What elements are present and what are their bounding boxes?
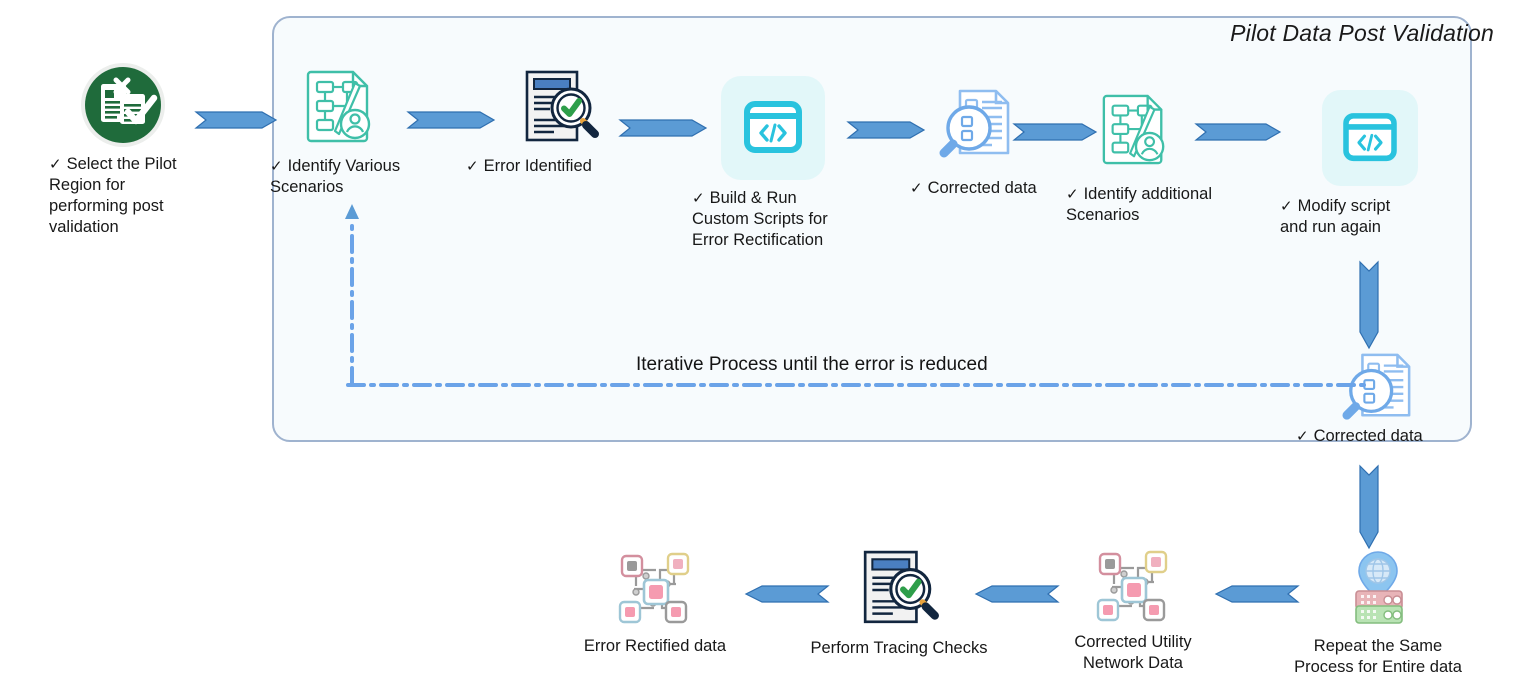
- document-check-circle-icon: [80, 62, 166, 148]
- check-icon: ✓: [910, 180, 923, 197]
- node-corrected-data-1-label: ✓ Corrected data: [910, 179, 1037, 197]
- node-error-identified-label: ✓ Error Identified: [466, 157, 592, 175]
- code-window-icon: [1322, 90, 1418, 186]
- network-nodes-icon: [612, 546, 698, 632]
- feedback-line-vertical: [344, 204, 360, 386]
- arrow-down-2: [1355, 464, 1383, 550]
- document-magnifier-check-icon: [859, 548, 939, 630]
- check-icon: ✓: [49, 156, 62, 173]
- iterative-process-label: Iterative Process until the error is red…: [636, 354, 988, 375]
- panel-title: Pilot Data Post Validation: [1230, 20, 1494, 46]
- arrow-left-2: [974, 582, 1060, 606]
- arrow-left-3: [744, 582, 830, 606]
- globe-pin-server-icon: [1340, 550, 1416, 624]
- node-repeat-entire-label: Repeat the Same Process for Entire data: [1294, 637, 1462, 676]
- checklist-magnifier-icon: [936, 88, 1016, 162]
- node-modify-script-label: ✓ Modify script and run again: [1280, 197, 1391, 236]
- node-select-pilot-label: ✓ Select the Pilot Region for performing …: [49, 155, 177, 236]
- node-build-run-scripts-label: ✓ Build & Run Custom Scripts for Error Re…: [692, 189, 828, 249]
- node-tracing-checks-label: Perform Tracing Checks: [810, 639, 988, 657]
- check-icon: ✓: [270, 158, 283, 175]
- feedback-line-horizontal: [346, 380, 1366, 390]
- diagram-canvas: Pilot Data Post Validation ✓ Select the …: [0, 0, 1516, 695]
- arrow-right-6: [1194, 120, 1282, 144]
- flowchart-user-icon: [303, 68, 377, 146]
- node-corrected-utility-label: Corrected Utility Network Data: [1074, 633, 1192, 672]
- arrow-down-1: [1355, 260, 1383, 350]
- arrow-right-5: [1012, 120, 1098, 144]
- node-error-rectified-label: Error Rectified data: [583, 637, 727, 655]
- arrow-right-4: [846, 118, 926, 142]
- check-icon: ✓: [1296, 428, 1309, 445]
- document-magnifier-check-icon: [521, 68, 599, 148]
- arrow-right-1: [194, 108, 278, 132]
- check-icon: ✓: [466, 158, 479, 175]
- arrow-right-2: [406, 108, 496, 132]
- network-nodes-icon: [1090, 544, 1176, 630]
- check-icon: ✓: [692, 190, 705, 207]
- check-icon: ✓: [1280, 198, 1293, 215]
- node-identify-scenarios-label: ✓ Identify Various Scenarios: [270, 157, 401, 196]
- node-corrected-data-2-label: ✓ Corrected data: [1296, 427, 1423, 445]
- flowchart-user-icon: [1099, 92, 1171, 168]
- arrow-left-1: [1214, 582, 1300, 606]
- code-window-icon: [721, 76, 825, 180]
- arrow-right-3: [618, 116, 708, 140]
- check-icon: ✓: [1066, 186, 1079, 203]
- node-identify-additional-label: ✓ Identify additional Scenarios: [1066, 185, 1213, 224]
